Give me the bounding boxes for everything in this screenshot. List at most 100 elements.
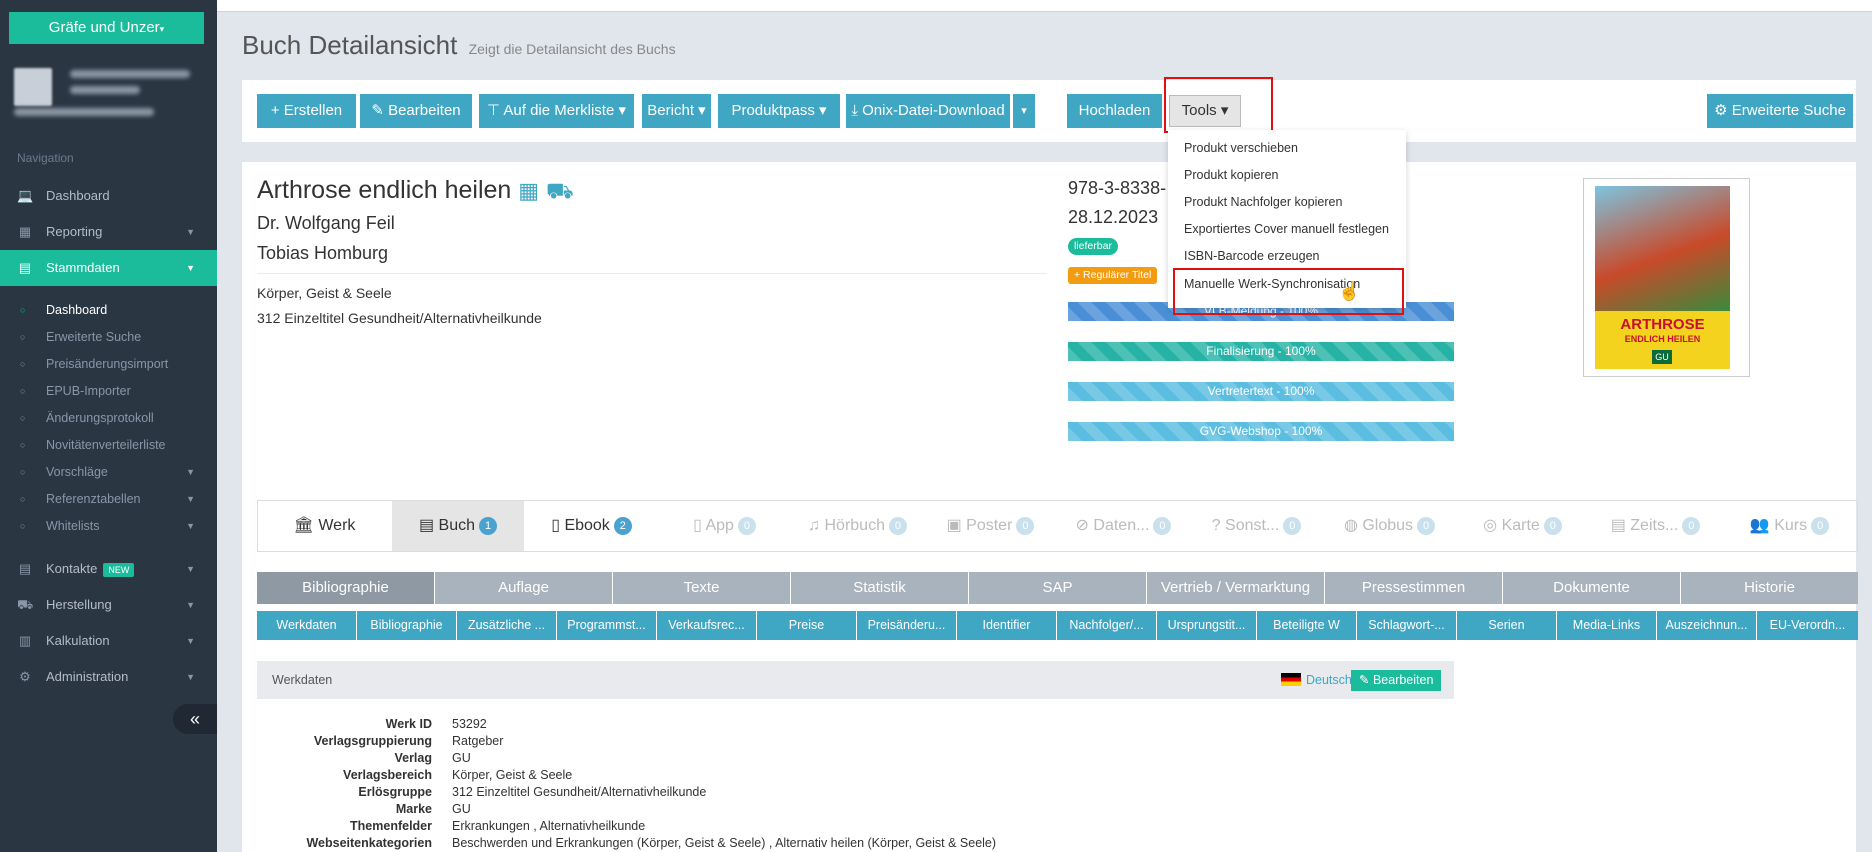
caret-down-icon: ▼ — [186, 564, 195, 574]
sub-tab-media-links[interactable]: Media-Links — [1557, 611, 1657, 640]
bearbeiten-button[interactable]: ✎ Bearbeiten — [360, 94, 472, 128]
book-icon: ▤ — [418, 517, 439, 534]
sidebar-sub-epub-importer[interactable]: ○ EPUB-Importer — [0, 378, 217, 405]
sidebar-sub-vorschlaege[interactable]: ○ Vorschläge ▼ — [0, 459, 217, 486]
user-profile[interactable] — [14, 64, 204, 124]
section-tab-historie[interactable]: Historie — [1681, 572, 1858, 604]
sidebar-sub-dashboard[interactable]: ○ Dashboard — [0, 297, 217, 324]
sidebar-item-kalkulation[interactable]: ▥ Kalkulation ▼ — [0, 623, 217, 659]
tab-zeitschrift[interactable]: ▤ Zeits... 0 — [1589, 501, 1722, 551]
sub-tab-ursprungstitel[interactable]: Ursprungstit... — [1157, 611, 1257, 640]
sidebar-sub-aenderungsprotokoll[interactable]: ○ Änderungsprotokoll — [0, 405, 217, 432]
sub-tab-schlagwort[interactable]: Schlagwort-... — [1357, 611, 1457, 640]
section-tab-sap[interactable]: SAP — [969, 572, 1147, 604]
sidebar-item-label: Herstellung — [46, 597, 112, 612]
tab-label: Globus — [1362, 517, 1414, 534]
book-date: 28.12.2023 — [1068, 207, 1159, 227]
sidebar-item-kontakte[interactable]: ▤ Kontakte NEW ▼ — [0, 551, 217, 587]
book-group: 312 Einzeltitel Gesundheit/Alternativhei… — [257, 310, 542, 326]
tab-sonstiges[interactable]: ? Sonst... 0 — [1190, 501, 1323, 551]
sidebar-item-administration[interactable]: ⚙ Administration ▼ — [0, 659, 217, 695]
caret-down-icon: ▼ — [186, 672, 195, 682]
section-tab-pressestimmen[interactable]: Pressestimmen — [1325, 572, 1503, 604]
menu-item-cover-festlegen[interactable]: Exportiertes Cover manuell festlegen — [1184, 222, 1389, 236]
sub-tab-verkaufsrechte[interactable]: Verkaufsrec... — [657, 611, 757, 640]
book-title: Arthrose endlich heilen ▦ ⛟ — [257, 176, 574, 207]
section-tab-dokumente[interactable]: Dokumente — [1503, 572, 1681, 604]
circle-icon: ○ — [20, 332, 26, 342]
erstellen-button[interactable]: + Erstellen — [257, 94, 356, 128]
tab-globus[interactable]: ◍ Globus 0 — [1323, 501, 1456, 551]
sub-tab-bibliographie[interactable]: Bibliographie — [357, 611, 457, 640]
tab-buch[interactable]: ▤ Buch 1 — [392, 501, 524, 551]
tab-poster[interactable]: ▣ Poster 0 — [924, 501, 1057, 551]
erweiterte-suche-button[interactable]: ⚙ Erweiterte Suche — [1707, 94, 1853, 128]
sidebar-item-dashboard[interactable]: 💻 Dashboard — [0, 178, 217, 214]
tab-app[interactable]: ▯ App 0 — [658, 501, 791, 551]
section-tab-vertrieb[interactable]: Vertrieb / Vermarktung — [1147, 572, 1325, 604]
werkdaten-edit-button[interactable]: ✎ Bearbeiten — [1351, 670, 1442, 691]
sub-tab-eu-verordnung[interactable]: EU-Verordn... — [1757, 611, 1858, 640]
new-badge: NEW — [103, 562, 135, 577]
kv-value: Erkrankungen , Alternativheilkunde — [452, 819, 646, 833]
tab-kurs[interactable]: 👥 Kurs 0 — [1722, 501, 1857, 551]
tab-karte[interactable]: ◎ Karte 0 — [1456, 501, 1589, 551]
book-cover[interactable]: ARTHROSE ENDLICH HEILEN GU — [1583, 178, 1750, 377]
hochladen-button[interactable]: Hochladen — [1067, 94, 1162, 128]
sub-tab-nachfolger[interactable]: Nachfolger/... — [1057, 611, 1157, 640]
sub-tab-werkdaten[interactable]: Werkdaten — [257, 611, 357, 640]
sidebar-item-stammdaten[interactable]: ▤ Stammdaten ▼ — [0, 250, 217, 286]
sidebar-sub-novitaetenverteilerliste[interactable]: ○ Novitätenverteilerliste — [0, 432, 217, 459]
menu-item-isbn-barcode[interactable]: ISBN-Barcode erzeugen — [1184, 249, 1320, 263]
tab-count: 0 — [1283, 516, 1302, 535]
progress-gvg-webshop: GVG-Webshop - 100% — [1068, 422, 1454, 441]
sub-tab-zusaetzliche[interactable]: Zusätzliche ... — [457, 611, 557, 640]
sidebar-item-reporting[interactable]: ▦ Reporting ▼ — [0, 214, 217, 250]
language-selector[interactable]: Deutsch ▾ — [1281, 672, 1362, 687]
sidebar-collapse-button[interactable]: « — [173, 704, 217, 734]
sidebar-item-herstellung[interactable]: ⛟ Herstellung ▼ — [0, 587, 217, 623]
panel-title: Werkdaten — [272, 673, 333, 687]
sidebar-item-label: Administration — [46, 669, 129, 684]
section-tab-texte[interactable]: Texte — [613, 572, 791, 604]
section-tab-bibliographie[interactable]: Bibliographie — [257, 572, 435, 604]
merkliste-button[interactable]: ⊤ Auf die Merkliste ▾ — [479, 94, 634, 128]
sidebar-item-label: Reporting — [46, 224, 103, 239]
sidebar-sub-referenztabellen[interactable]: ○ Referenztabellen ▼ — [0, 486, 217, 513]
onix-dropdown-toggle[interactable]: ▾ — [1013, 94, 1035, 128]
sidebar-sub-erweiterte-suche[interactable]: ○ Erweiterte Suche — [0, 324, 217, 351]
tab-werk[interactable]: 🏛 Werk — [258, 501, 391, 551]
sidebar-sub-whitelists[interactable]: ○ Whitelists ▼ — [0, 513, 217, 540]
onix-download-button[interactable]: ⤓ Onix-Datei-Download — [846, 94, 1010, 128]
sub-tab-preise[interactable]: Preise — [757, 611, 857, 640]
sub-tab-serien[interactable]: Serien — [1457, 611, 1557, 640]
tab-ebook[interactable]: ▯ Ebook 2 — [525, 501, 658, 551]
file-icon: ▯ — [551, 517, 565, 534]
menu-item-produkt-kopieren[interactable]: Produkt kopieren — [1184, 168, 1279, 182]
tab-daten[interactable]: ⊘ Daten... 0 — [1057, 501, 1190, 551]
sub-tab-auszeichnungen[interactable]: Auszeichnun... — [1657, 611, 1757, 640]
tab-hoerbuch[interactable]: ♫ Hörbuch 0 — [791, 501, 924, 551]
sidebar-item-label: Dashboard — [46, 188, 110, 203]
status-badge: lieferbar — [1068, 238, 1118, 255]
sub-tab-identifier[interactable]: Identifier — [957, 611, 1057, 640]
company-label: Gräfe und Unzer — [48, 19, 160, 36]
sub-tab-preisaenderungen[interactable]: Preisänderu... — [857, 611, 957, 640]
section-tab-auflage[interactable]: Auflage — [435, 572, 613, 604]
product-tabs: 🏛 Werk ▤ Buch 1 ▯ Ebook 2 ▯ App 0 ♫ Hörbuch… — [257, 500, 1858, 552]
produktpass-button[interactable]: Produktpass ▾ — [718, 94, 840, 128]
menu-item-produkt-verschieben[interactable]: Produkt verschieben — [1184, 141, 1298, 155]
sidebar-sub-preisaenderungsimport[interactable]: ○ Preisänderungsimport — [0, 351, 217, 378]
sub-tab-beteiligte[interactable]: Beteiligte W — [1257, 611, 1357, 640]
section-tab-statistik[interactable]: Statistik — [791, 572, 969, 604]
tab-label: Hörbuch — [824, 517, 885, 534]
circle-icon: ○ — [20, 494, 26, 504]
menu-item-nachfolger-kopieren[interactable]: Produkt Nachfolger kopieren — [1184, 195, 1342, 209]
bericht-button[interactable]: Bericht ▾ — [642, 94, 711, 128]
cover-subtitle: ENDLICH HEILEN — [1624, 334, 1701, 344]
cover-brand: GU — [1652, 350, 1672, 364]
progress-vertretertext: Vertretertext - 100% — [1068, 382, 1454, 401]
company-switcher[interactable]: Gräfe und Unzer▾ — [9, 12, 204, 44]
caret-down-icon: ▼ — [186, 263, 195, 273]
sub-tab-programmstruktur[interactable]: Programmst... — [557, 611, 657, 640]
